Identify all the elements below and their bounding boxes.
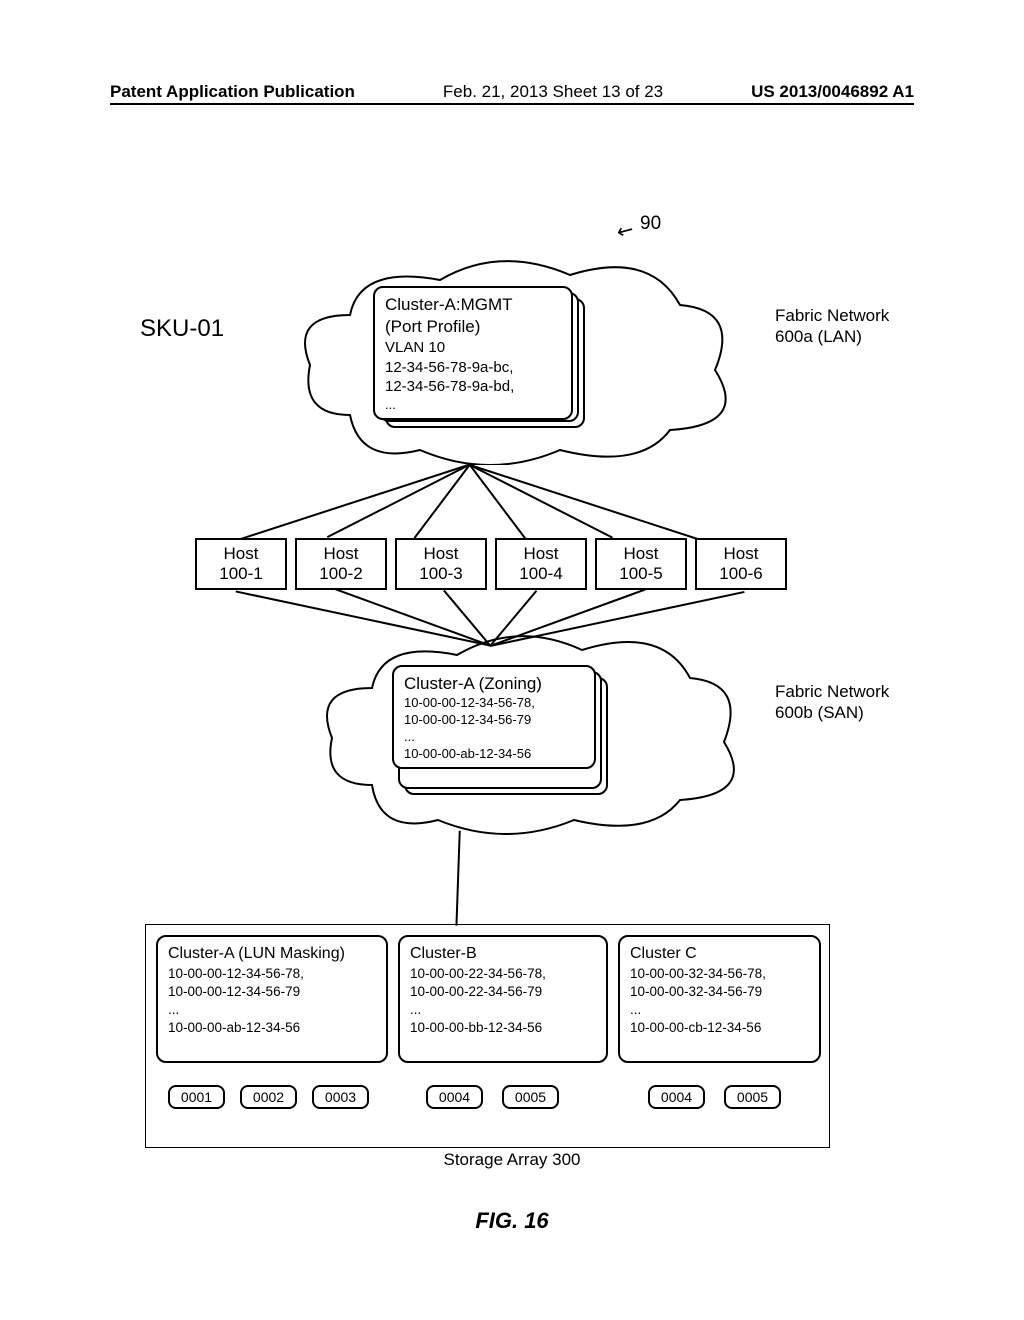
cc-ell: ...: [630, 1001, 811, 1019]
zoning-ell: ...: [404, 729, 584, 746]
cluster-c-lun: Cluster C 10-00-00-32-34-56-78, 10-00-00…: [618, 935, 821, 1063]
cb-w3: 10-00-00-bb-12-34-56: [410, 1019, 598, 1037]
zoning-box: Cluster-A (Zoning) 10-00-00-12-34-56-78,…: [392, 665, 596, 769]
profile-mac1: 12-34-56-78-9a-bc,: [385, 358, 561, 378]
profile-vlan: VLAN 10: [385, 338, 561, 358]
ca-w3: 10-00-00-ab-12-34-56: [168, 1019, 378, 1037]
profile-ellipsis: ...: [385, 397, 561, 414]
header-right: US 2013/0046892 A1: [751, 82, 914, 102]
diagram: SKU-01 ↙ 90 Cluster-A:MGMT (Port Profile…: [0, 200, 1024, 1150]
storage-array: Cluster-A (LUN Masking) 10-00-00-12-34-5…: [145, 924, 830, 1148]
san-cloud: Cluster-A (Zoning) 10-00-00-12-34-56-78,…: [322, 630, 737, 835]
lun-0005b: 0005: [502, 1085, 559, 1109]
header-center: Feb. 21, 2013 Sheet 13 of 23: [443, 82, 663, 102]
cluster-c-title: Cluster C: [630, 943, 811, 965]
ca-w2: 10-00-00-12-34-56-79: [168, 983, 378, 1001]
port-profile-box: Cluster-A:MGMT (Port Profile) VLAN 10 12…: [373, 286, 573, 420]
cb-w1: 10-00-00-22-34-56-78,: [410, 965, 598, 983]
host-6: Host100-6: [695, 538, 787, 590]
zoning-w3: 10-00-00-ab-12-34-56: [404, 746, 584, 763]
lun-0003: 0003: [312, 1085, 369, 1109]
host-2: Host100-2: [295, 538, 387, 590]
zoning-w2: 10-00-00-12-34-56-79: [404, 712, 584, 729]
lan-cloud: Cluster-A:MGMT (Port Profile) VLAN 10 12…: [300, 255, 730, 465]
cluster-a-lun: Cluster-A (LUN Masking) 10-00-00-12-34-5…: [156, 935, 388, 1063]
profile-subtitle: (Port Profile): [385, 316, 561, 338]
host-3: Host100-3: [395, 538, 487, 590]
ca-w1: 10-00-00-12-34-56-78,: [168, 965, 378, 983]
ref-90-arrow-icon: ↙: [612, 215, 639, 245]
host-4: Host100-4: [495, 538, 587, 590]
lun-0004b: 0004: [426, 1085, 483, 1109]
profile-mac2: 12-34-56-78-9a-bd,: [385, 377, 561, 397]
ca-ell: ...: [168, 1001, 378, 1019]
cc-w1: 10-00-00-32-34-56-78,: [630, 965, 811, 983]
san-label: Fabric Network 600b (SAN): [775, 681, 889, 724]
zoning-title: Cluster-A (Zoning): [404, 673, 584, 695]
figure-caption: FIG. 16: [0, 1208, 1024, 1234]
lun-0004c: 0004: [648, 1085, 705, 1109]
sku-label: SKU-01: [140, 315, 224, 343]
profile-title: Cluster-A:MGMT: [385, 294, 561, 316]
lun-0002: 0002: [240, 1085, 297, 1109]
host-5: Host100-5: [595, 538, 687, 590]
cluster-a-title: Cluster-A (LUN Masking): [168, 943, 378, 965]
lan-label: Fabric Network 600a (LAN): [775, 305, 889, 348]
ref-90: 90: [640, 213, 661, 235]
storage-caption: Storage Array 300: [0, 1150, 1024, 1170]
lun-0005c: 0005: [724, 1085, 781, 1109]
cluster-b-lun: Cluster-B 10-00-00-22-34-56-78, 10-00-00…: [398, 935, 608, 1063]
header-rule: [110, 103, 914, 105]
cluster-b-title: Cluster-B: [410, 943, 598, 965]
cb-w2: 10-00-00-22-34-56-79: [410, 983, 598, 1001]
cc-w2: 10-00-00-32-34-56-79: [630, 983, 811, 1001]
cc-w3: 10-00-00-cb-12-34-56: [630, 1019, 811, 1037]
header-left: Patent Application Publication: [110, 82, 355, 102]
lun-0001: 0001: [168, 1085, 225, 1109]
zoning-w1: 10-00-00-12-34-56-78,: [404, 695, 584, 712]
cb-ell: ...: [410, 1001, 598, 1019]
host-1: Host100-1: [195, 538, 287, 590]
